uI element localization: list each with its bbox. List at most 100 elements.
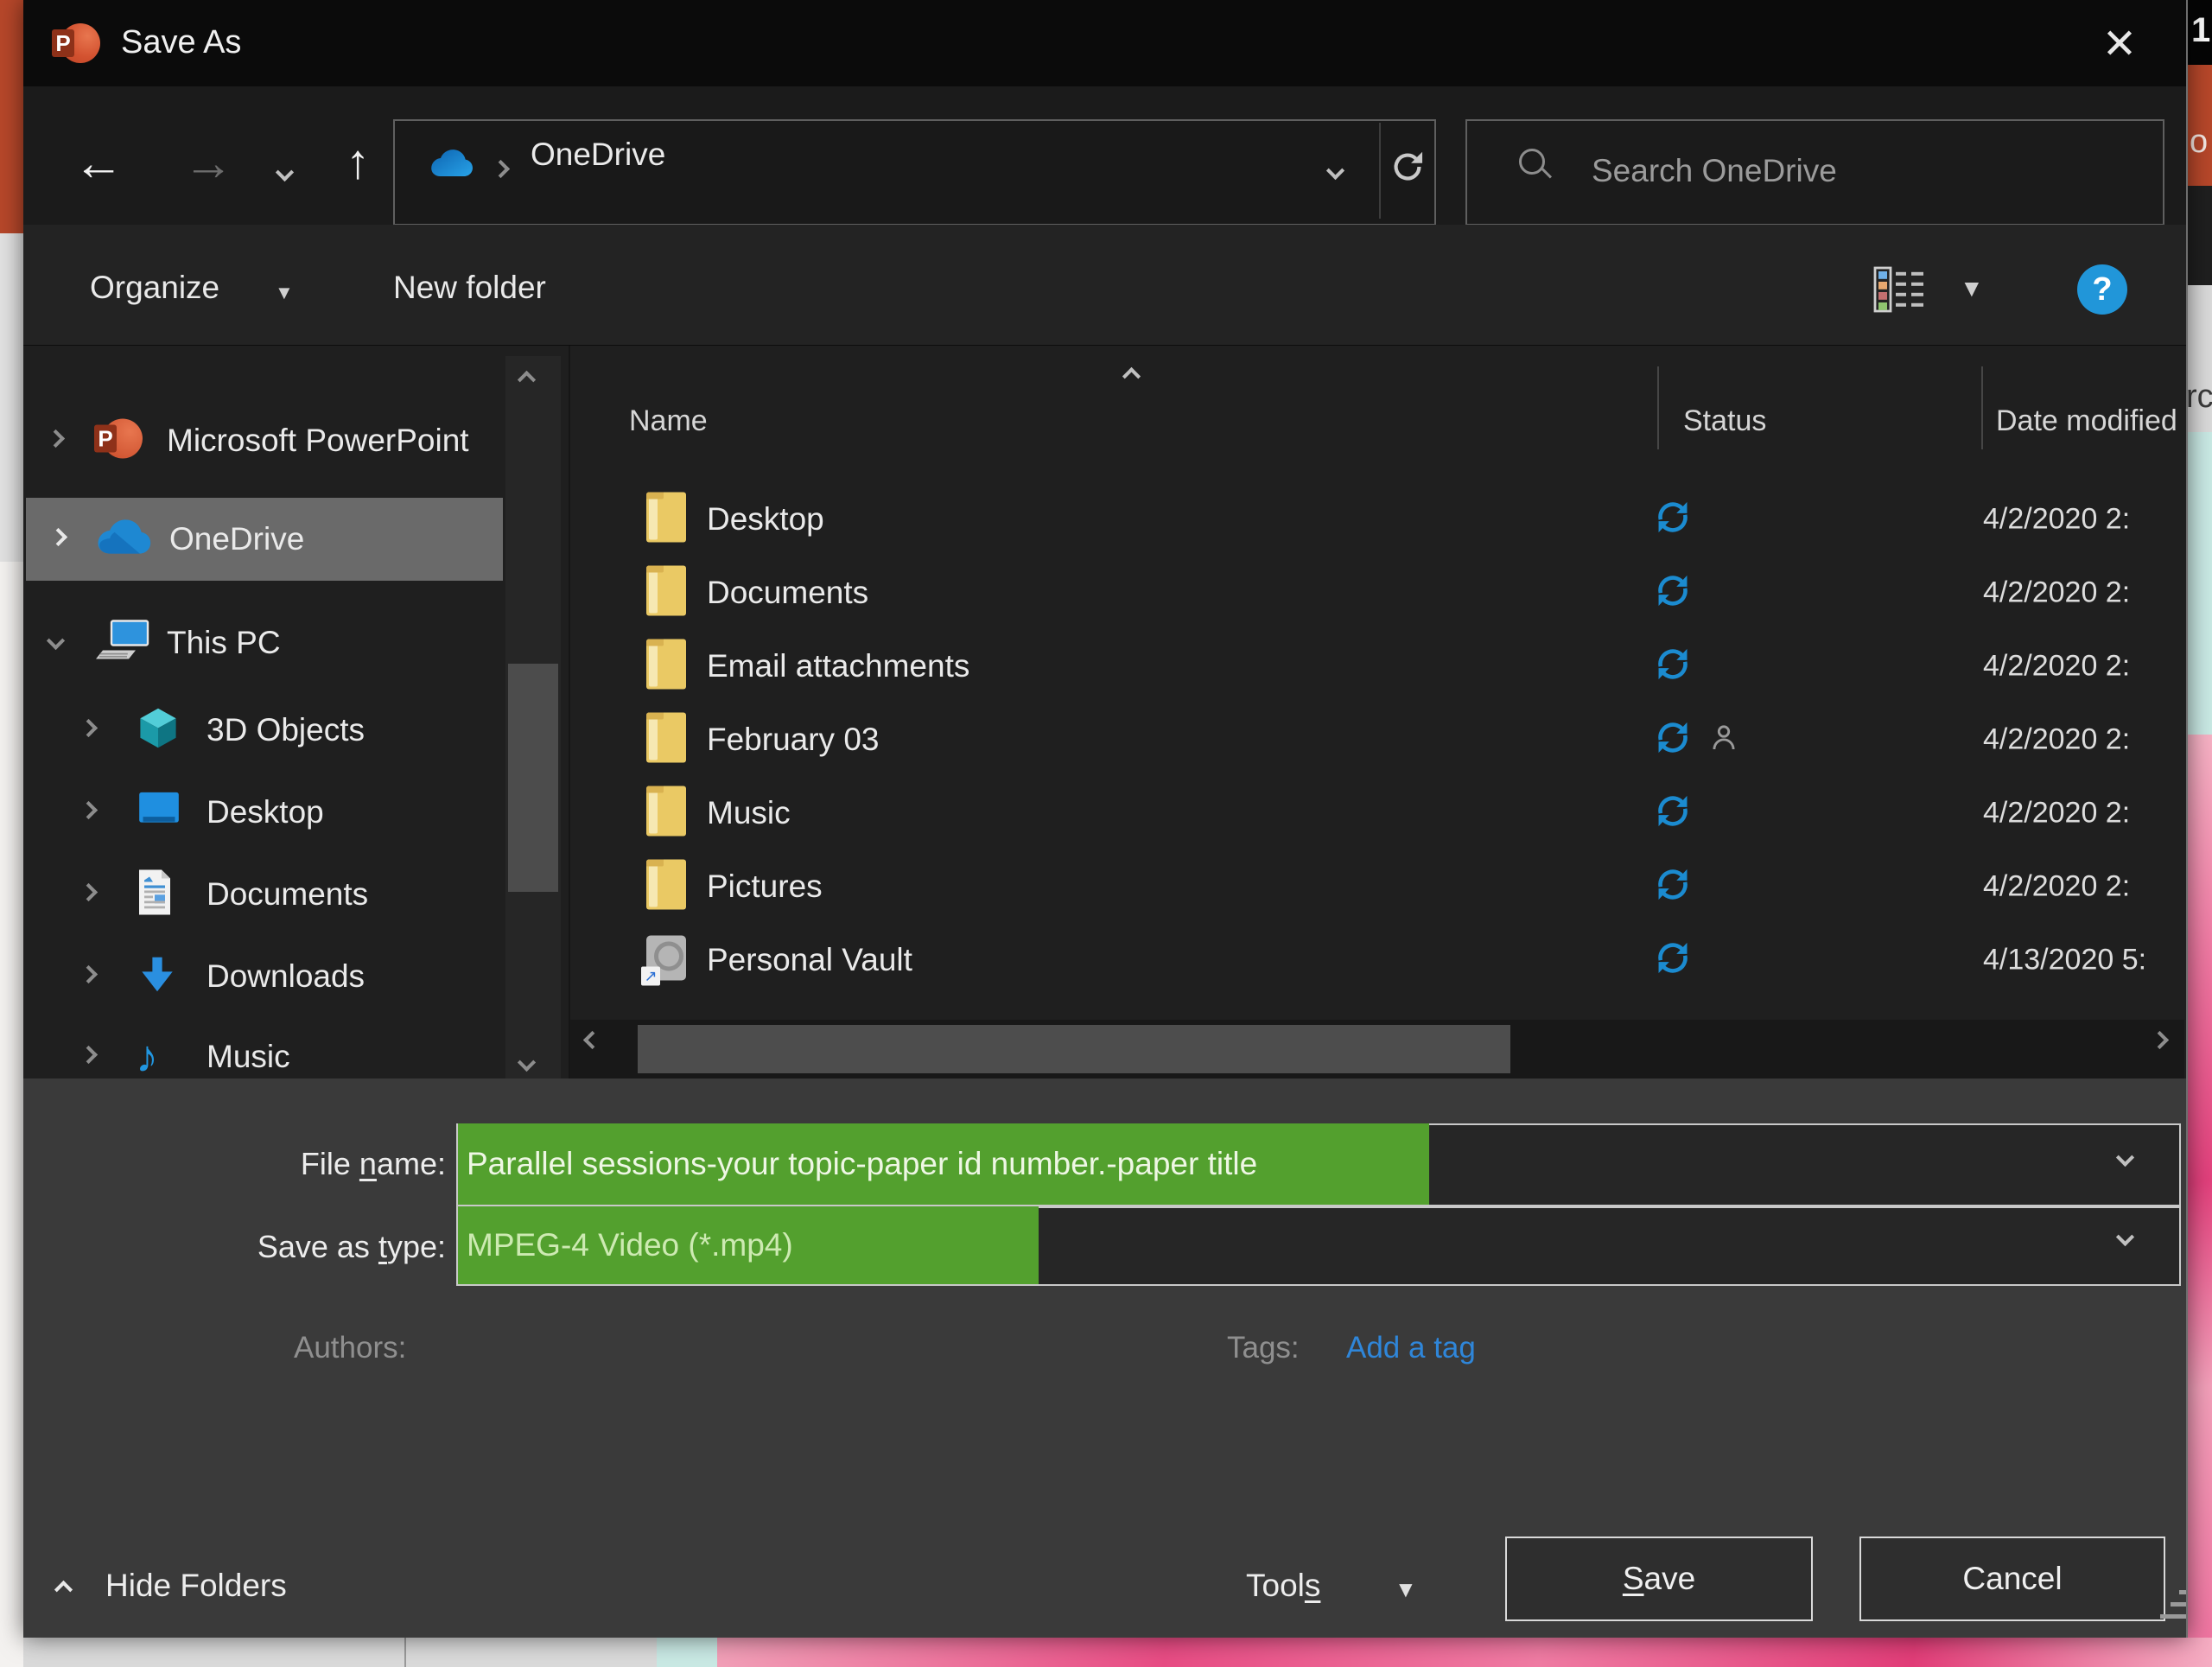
music-icon: ♪ bbox=[136, 1034, 158, 1079]
tags-label: Tags: bbox=[1227, 1331, 1300, 1365]
sync-status-icon bbox=[1653, 791, 1693, 835]
scroll-down-icon[interactable] bbox=[520, 1056, 533, 1073]
file-row-february-03[interactable]: February 03 4/2/2020 2: bbox=[570, 703, 2184, 776]
file-name: Music bbox=[707, 795, 791, 831]
up-icon[interactable]: ↑ bbox=[346, 137, 370, 187]
save-as-type-dropdown-icon[interactable] bbox=[2119, 1231, 2132, 1248]
sidebar-item-label: Music bbox=[207, 1039, 290, 1075]
chevron-down-icon[interactable] bbox=[49, 634, 62, 652]
sidebar-item-this-pc[interactable]: This PC bbox=[23, 601, 504, 684]
chevron-right-icon[interactable] bbox=[82, 722, 95, 739]
save-as-type-highlight: MPEG-4 Video (*.mp4) bbox=[458, 1206, 1039, 1284]
file-name-value: Parallel sessions-your topic-paper id nu… bbox=[458, 1146, 1257, 1182]
folder-icon bbox=[646, 639, 686, 693]
background-strip bbox=[0, 562, 23, 1667]
file-name-dropdown-icon[interactable] bbox=[2119, 1151, 2132, 1168]
new-folder-button[interactable]: New folder bbox=[393, 270, 546, 306]
powerpoint-icon: P bbox=[94, 418, 143, 464]
background-strip bbox=[0, 233, 23, 562]
file-row-music[interactable]: Music4/2/2020 2: bbox=[570, 776, 2184, 849]
file-name-highlight: Parallel sessions-your topic-paper id nu… bbox=[458, 1123, 1429, 1205]
onedrive-icon bbox=[430, 149, 475, 182]
powerpoint-icon: P bbox=[52, 22, 100, 64]
date-modified: 4/2/2020 2: bbox=[1983, 576, 2130, 609]
hide-folders-icon bbox=[57, 1583, 70, 1600]
save-as-type-value: MPEG-4 Video (*.mp4) bbox=[458, 1227, 793, 1263]
sync-status-icon bbox=[1653, 938, 1693, 982]
chevron-right-icon[interactable] bbox=[49, 432, 62, 449]
back-icon[interactable]: ← bbox=[73, 138, 124, 188]
sidebar-scrollbar-thumb[interactable] bbox=[508, 664, 558, 892]
chevron-right-icon[interactable] bbox=[82, 1048, 95, 1066]
onedrive-icon bbox=[97, 519, 154, 560]
file-name: February 03 bbox=[707, 722, 880, 758]
file-row-pictures[interactable]: Pictures4/2/2020 2: bbox=[570, 849, 2184, 923]
scroll-left-icon[interactable] bbox=[586, 1034, 599, 1051]
file-row-email-attachments[interactable]: Email attachments 4/2/2020 2: bbox=[570, 629, 2184, 703]
tools-button[interactable]: Tools bbox=[1246, 1568, 1320, 1604]
date-modified: 4/2/2020 2: bbox=[1983, 502, 2130, 536]
cancel-button[interactable]: Cancel bbox=[1859, 1537, 2165, 1621]
folder-icon bbox=[646, 492, 686, 546]
date-modified: 4/2/2020 2: bbox=[1983, 722, 2130, 756]
organize-dropdown-icon[interactable]: ▼ bbox=[275, 282, 294, 304]
recent-locations-icon[interactable] bbox=[278, 166, 291, 183]
sidebar-item-onedrive[interactable]: OneDrive bbox=[26, 498, 503, 581]
sync-status-icon bbox=[1653, 570, 1693, 614]
sidebar-item-label: Microsoft PowerPoint bbox=[167, 423, 469, 459]
background-strip bbox=[23, 1638, 657, 1667]
sidebar-item-desktop[interactable]: Desktop bbox=[23, 771, 504, 854]
sidebar-item-label: This PC bbox=[167, 625, 281, 661]
sidebar-item-label: Documents bbox=[207, 876, 368, 913]
date-modified: 4/13/2020 5: bbox=[1983, 943, 2146, 977]
sidebar-item-downloads[interactable]: Downloads bbox=[23, 935, 504, 1018]
folder-icon bbox=[646, 565, 686, 620]
sidebar-item-3d-objects[interactable]: 3D Objects bbox=[23, 689, 504, 772]
add-tag-link[interactable]: Add a tag bbox=[1346, 1331, 1476, 1365]
file-name-label: File name: bbox=[204, 1146, 446, 1182]
organize-button[interactable]: Organize bbox=[90, 270, 219, 306]
forward-icon: → bbox=[183, 138, 233, 188]
desktop-icon bbox=[136, 789, 182, 837]
chevron-right-icon[interactable] bbox=[82, 968, 95, 985]
file-name: Email attachments bbox=[707, 648, 969, 684]
hide-folders-button[interactable]: Hide Folders bbox=[105, 1568, 287, 1604]
sidebar-item-documents[interactable]: Documents bbox=[23, 853, 504, 936]
sync-status-icon bbox=[1653, 644, 1693, 688]
date-modified: 4/2/2020 2: bbox=[1983, 649, 2130, 683]
file-name: Pictures bbox=[707, 868, 823, 905]
save-as-type-select[interactable]: MPEG-4 Video (*.mp4) bbox=[456, 1206, 2181, 1286]
folder-icon bbox=[646, 786, 686, 840]
thispc-icon bbox=[94, 620, 151, 667]
file-name: Personal Vault bbox=[707, 942, 912, 978]
screen: 1 o rc P Save As ✕ ← → ↑ OneDrive bbox=[0, 0, 2212, 1667]
file-name: Documents bbox=[707, 575, 868, 611]
save-as-type-label: Save as type: bbox=[204, 1229, 446, 1265]
horizontal-scrollbar-thumb[interactable] bbox=[638, 1025, 1510, 1073]
sidebar-item-microsoft-powerpoint[interactable]: P Microsoft PowerPoint bbox=[23, 399, 504, 482]
chevron-right-icon[interactable] bbox=[82, 886, 95, 903]
tools-dropdown-icon[interactable]: ▼ bbox=[1395, 1576, 1417, 1603]
sidebar-item-label: 3D Objects bbox=[207, 712, 365, 748]
scroll-up-icon[interactable] bbox=[520, 373, 533, 391]
documents-icon bbox=[136, 868, 174, 921]
resize-grip-icon[interactable] bbox=[2148, 1590, 2186, 1632]
downloads-icon bbox=[136, 952, 179, 1002]
sidebar-item-label: OneDrive bbox=[169, 521, 304, 557]
chevron-right-icon[interactable] bbox=[52, 531, 65, 548]
chevron-right-icon[interactable] bbox=[82, 804, 95, 821]
save-button[interactable]: Save bbox=[1505, 1537, 1813, 1621]
sidebar-item-label: Downloads bbox=[207, 958, 365, 995]
file-row-personal-vault[interactable]: ↗ Personal Vault 4/13/2020 5: bbox=[570, 923, 2184, 996]
file-row-documents[interactable]: Documents 4/2/2020 2: bbox=[570, 556, 2184, 629]
background-image-strip bbox=[2186, 735, 2212, 1667]
background-strip bbox=[2186, 186, 2212, 285]
file-row-desktop[interactable]: Desktop 4/2/2020 2: bbox=[570, 482, 2184, 556]
vault-icon: ↗ bbox=[646, 935, 686, 984]
folder-icon bbox=[646, 859, 686, 913]
sidebar-item-label: Desktop bbox=[207, 794, 324, 830]
authors-label: Authors: bbox=[294, 1331, 406, 1365]
file-name-input[interactable]: Parallel sessions-your topic-paper id nu… bbox=[456, 1123, 2181, 1206]
file-name: Desktop bbox=[707, 501, 824, 538]
scroll-right-icon[interactable] bbox=[2153, 1034, 2166, 1051]
